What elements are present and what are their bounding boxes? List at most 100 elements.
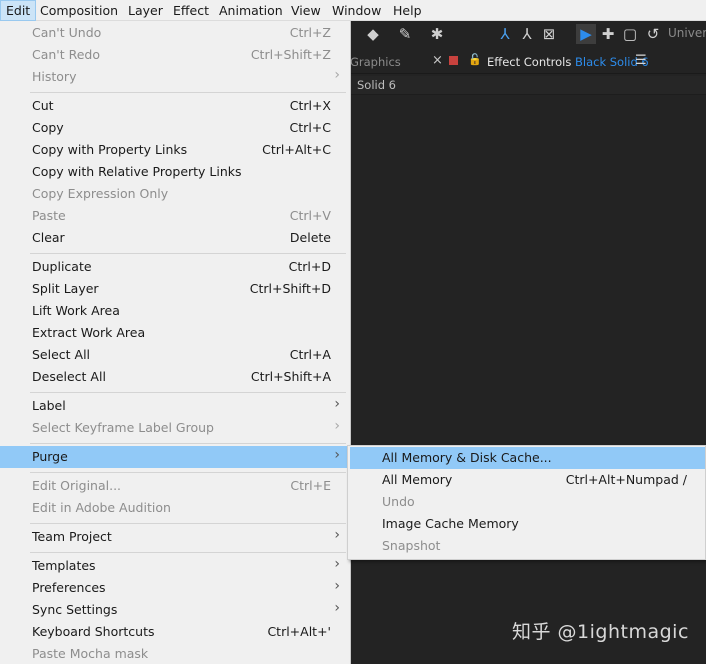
menu-item-split-layer[interactable]: Split Layer Ctrl+Shift+D [0,278,350,300]
menu-item-preferences[interactable]: Preferences › [0,577,350,599]
menu-item-label: Edit in Adobe Audition [32,500,171,515]
eraser-tool-icon[interactable]: ◆ [363,24,383,44]
menu-item-label: Can't Undo [32,25,102,40]
menu-item-label: Select Keyframe Label Group [32,420,214,435]
chevron-right-icon: › [334,418,340,434]
effect-controls-panel-header: Graphics × 🔓 Effect Controls Black Solid… [350,50,706,74]
submenu-item-all-memory[interactable]: All Memory Ctrl+Alt+Numpad / [350,469,705,491]
menu-item-clear[interactable]: Clear Delete [0,227,350,249]
tab-effect-controls[interactable]: Effect Controls Black Solid 6 [487,55,649,69]
menu-separator [30,443,346,444]
menu-item-cant-redo: Can't Redo Ctrl+Shift+Z [0,44,350,66]
selection-tool-icon[interactable]: ▶ [576,24,596,44]
menu-item-team-project[interactable]: Team Project › [0,526,350,548]
roto-brush-icon[interactable]: ✎ [395,24,415,44]
menu-help[interactable]: Help [388,0,427,21]
menu-item-label: Team Project [32,529,112,544]
menu-separator [30,253,346,254]
menu-item-copy-expression-only: Copy Expression Only [0,183,350,205]
menu-item-edit-original: Edit Original... Ctrl+E [0,475,350,497]
menu-item-select-keyframe-label-group: Select Keyframe Label Group › [0,417,350,439]
zoom-box-icon[interactable]: ▢ [620,24,640,44]
menu-item-extract-work-area[interactable]: Extract Work Area [0,322,350,344]
panel-color-swatch [449,56,458,65]
effect-controls-label: Effect Controls [487,55,572,69]
close-icon[interactable]: × [432,53,443,68]
menu-view[interactable]: View [286,0,326,21]
menu-item-label: Select All [32,347,91,362]
menu-item-shortcut: Ctrl+D [288,259,331,274]
menu-item-deselect-all[interactable]: Deselect All Ctrl+Shift+A [0,366,350,388]
menu-item-label: Label [32,398,66,413]
menu-item-duplicate[interactable]: Duplicate Ctrl+D [0,256,350,278]
menu-item-templates[interactable]: Templates › [0,555,350,577]
menu-separator [30,523,346,524]
chevron-right-icon: › [334,578,340,594]
world-axis-icon[interactable]: ⅄ [517,24,537,44]
menu-item-label: Duplicate [32,259,92,274]
menu-item-copy[interactable]: Copy Ctrl+C [0,117,350,139]
menu-item-label[interactable]: Label › [0,395,350,417]
menu-item-cut[interactable]: Cut Ctrl+X [0,95,350,117]
submenu-item-image-cache-memory[interactable]: Image Cache Memory [350,513,705,535]
rotation-tool-icon[interactable]: ↺ [643,24,663,44]
menu-item-label: Sync Settings [32,602,118,617]
hand-tool-icon[interactable]: ✚ [598,24,618,44]
menu-item-label: Clear [32,230,65,245]
menu-item-shortcut: Delete [289,230,331,245]
tab-graphics[interactable]: Graphics [350,55,401,69]
submenu-item-undo: Undo [350,491,705,513]
menu-item-shortcut: Ctrl+C [289,120,331,135]
universal-label: Univers [668,26,706,40]
chevron-right-icon: › [334,396,340,412]
menu-item-lift-work-area[interactable]: Lift Work Area [0,300,350,322]
menu-item-shortcut: Ctrl+Shift+A [250,369,331,384]
menu-item-label: History [32,69,77,84]
menu-item-shortcut: Ctrl+Shift+D [249,281,331,296]
menu-edit[interactable]: Edit [0,0,37,21]
menu-item-paste: Paste Ctrl+V [0,205,350,227]
menu-item-label: Paste [32,208,66,223]
menu-item-label: Edit Original... [32,478,122,493]
menu-composition[interactable]: Composition [35,0,123,21]
edit-menu: Can't Undo Ctrl+Z Can't Redo Ctrl+Shift+Z … [0,21,351,664]
menu-item-select-all[interactable]: Select All Ctrl+A [0,344,350,366]
menu-item-label: Copy with Property Links [32,142,188,157]
menu-item-label: Copy with Relative Property Links [32,164,242,179]
menu-bar: Edit Composition Layer Effect Animation … [0,0,706,21]
purge-submenu: All Memory & Disk Cache... All Memory Ctr… [347,445,706,560]
menu-item-shortcut: Ctrl+Alt+C [262,142,331,157]
local-axis-icon[interactable]: ⅄ [495,24,515,44]
menu-item-label: Deselect All [32,369,106,384]
layer-breadcrumb: Solid 6 [350,76,706,95]
menu-item-label: Copy [32,120,64,135]
submenu-item-all-memory-disk-cache[interactable]: All Memory & Disk Cache... [350,447,705,469]
menu-item-label: Undo [382,494,415,509]
puppet-pin-icon[interactable]: ✱ [427,24,447,44]
menu-item-label: Can't Redo [32,47,101,62]
menu-item-keyboard-shortcuts[interactable]: Keyboard Shortcuts Ctrl+Alt+' [0,621,350,643]
menu-item-shortcut: Ctrl+E [290,478,331,493]
menu-item-label: Snapshot [382,538,441,553]
menu-item-label: Image Cache Memory [382,516,519,531]
panel-menu-icon[interactable]: ☰ [635,53,647,68]
menu-item-shortcut: Ctrl+Alt+Numpad / [565,472,687,487]
menu-item-sync-settings[interactable]: Sync Settings › [0,599,350,621]
menu-animation[interactable]: Animation [214,0,288,21]
view-axis-icon[interactable]: ⊠ [539,24,559,44]
menu-item-purge[interactable]: Purge › [0,446,350,468]
menu-item-copy-with-relative-property-links[interactable]: Copy with Relative Property Links [0,161,350,183]
menu-item-shortcut: Ctrl+V [289,208,331,223]
menu-item-shortcut: Ctrl+A [289,347,331,362]
menu-separator [30,472,346,473]
menu-item-label: Templates [32,558,96,573]
menu-effect[interactable]: Effect [168,0,214,21]
menu-layer[interactable]: Layer [123,0,168,21]
menu-item-shortcut: Ctrl+Alt+' [267,624,331,639]
submenu-item-snapshot: Snapshot [350,535,705,557]
menu-item-copy-with-property-links[interactable]: Copy with Property Links Ctrl+Alt+C [0,139,350,161]
menu-separator [30,552,346,553]
menu-item-label: Purge [32,449,68,464]
lock-icon[interactable]: 🔓 [468,53,482,66]
menu-window[interactable]: Window [327,0,386,21]
